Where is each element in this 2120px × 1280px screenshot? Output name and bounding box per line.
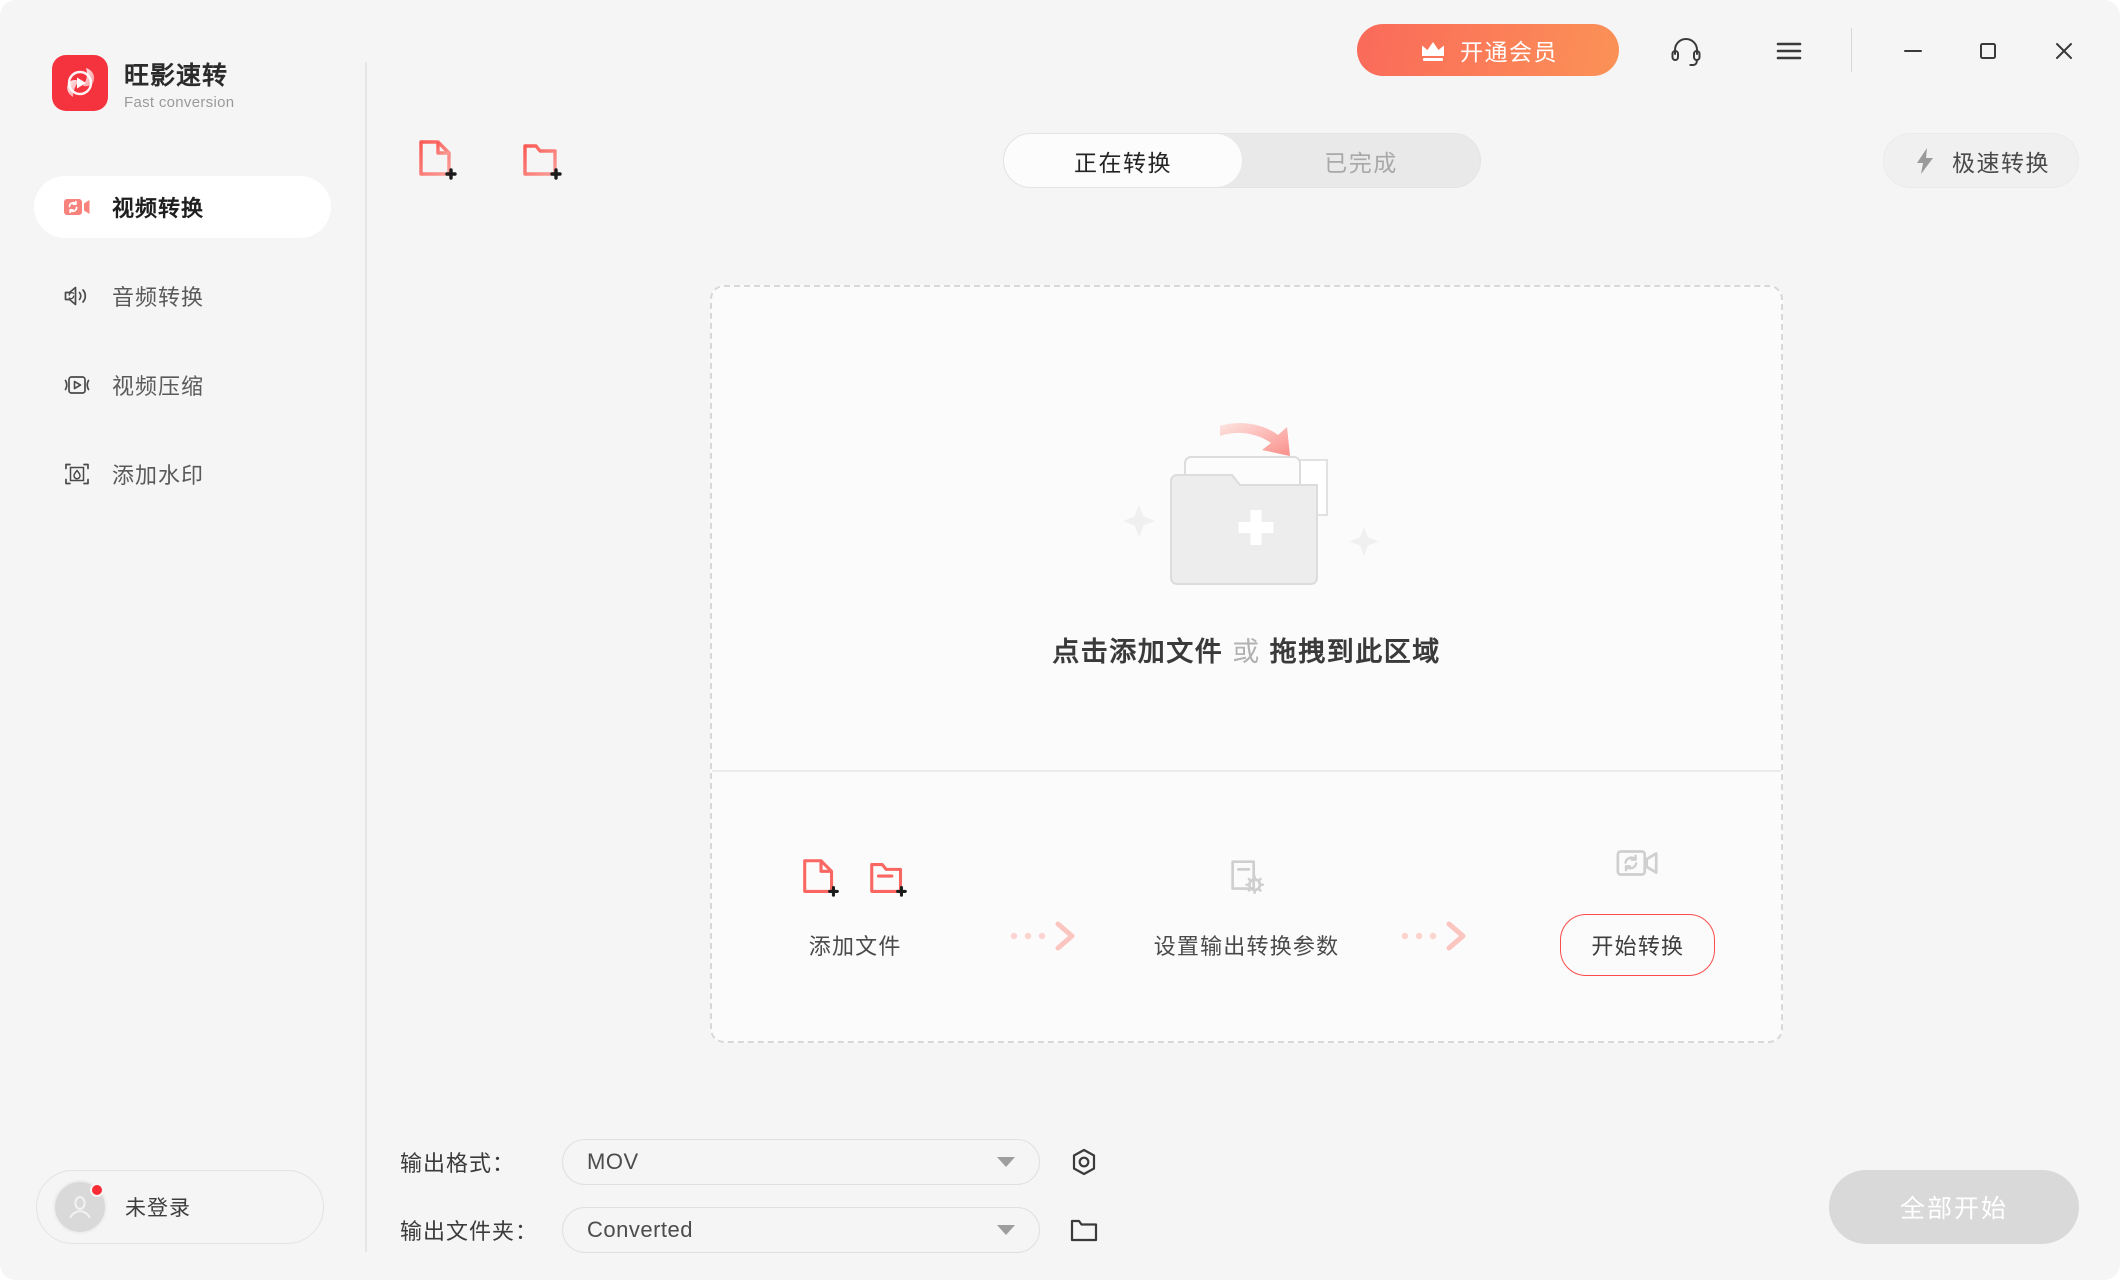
headset-icon[interactable]: [1669, 34, 1703, 68]
output-folder-label: 输出文件夹：: [400, 1214, 550, 1246]
start-convert-button[interactable]: 开始转换: [1560, 914, 1715, 976]
output-folder-row: 输出文件夹： Converted: [400, 1207, 1100, 1253]
crown-icon: [1418, 37, 1448, 63]
dropzone-prompt: 点击添加文件 或 拖拽到此区域: [1052, 630, 1441, 669]
brand: 旺影速转 Fast conversion: [52, 55, 234, 111]
watermark-icon: [62, 459, 92, 489]
add-file-icon[interactable]: [798, 855, 844, 901]
sidebar-nav: 视频转换 音频转换 视频压缩: [0, 176, 365, 532]
upgrade-membership-label: 开通会员: [1460, 33, 1558, 67]
audio-convert-icon: [62, 281, 92, 311]
minimize-icon[interactable]: [1898, 36, 1928, 66]
video-convert-icon: [62, 192, 92, 222]
chevron-down-icon: [997, 1225, 1015, 1235]
close-icon[interactable]: [2049, 36, 2079, 66]
workflow-step-start: 开始转换: [1495, 838, 1781, 976]
folder-drop-illustration: [1097, 387, 1397, 602]
step-separator-2: [1390, 919, 1495, 953]
video-convert-icon: [1613, 840, 1663, 886]
add-folder-icon[interactable]: [519, 136, 567, 184]
hamburger-menu-icon[interactable]: [1772, 34, 1806, 68]
brand-title: 旺影速转: [124, 56, 234, 92]
sidebar-item-video-convert[interactable]: 视频转换: [34, 176, 331, 238]
output-folder-select[interactable]: Converted: [562, 1207, 1040, 1253]
dropzone-prompt-conjunction: 或: [1232, 637, 1261, 667]
tab-completed[interactable]: 已完成: [1242, 134, 1480, 187]
folder-icon[interactable]: [1068, 1214, 1100, 1246]
step-label: 添加文件: [809, 929, 902, 961]
add-file-icon[interactable]: [414, 136, 462, 184]
sidebar-item-watermark[interactable]: 添加水印: [34, 443, 331, 505]
sidebar-item-audio-convert[interactable]: 音频转换: [34, 265, 331, 327]
app-window: 旺影速转 Fast conversion 视频转换: [0, 0, 2120, 1280]
step-icons: [798, 853, 912, 903]
settings-hex-icon[interactable]: [1068, 1146, 1100, 1178]
dropzone-upper[interactable]: 点击添加文件 或 拖拽到此区域: [712, 287, 1781, 769]
chevron-down-icon: [997, 1157, 1015, 1167]
step-icons: [1224, 853, 1270, 903]
sidebar-item-label: 音频转换: [112, 280, 204, 312]
app-logo: [52, 55, 108, 111]
step-separator-1: [998, 919, 1103, 953]
dotted-arrow-right-icon: [1006, 919, 1096, 953]
output-format-row: 输出格式： MOV: [400, 1139, 1100, 1185]
step-icons: [1613, 838, 1663, 888]
tab-converting[interactable]: 正在转换: [1004, 134, 1242, 187]
dropzone-prompt-primary: 点击添加文件: [1052, 637, 1223, 667]
video-compress-icon: [62, 370, 92, 400]
add-folder-icon[interactable]: [866, 855, 912, 901]
upgrade-membership-button[interactable]: 开通会员: [1357, 24, 1619, 76]
workflow-step-settings: 设置输出转换参数: [1103, 853, 1389, 961]
output-folder-value: Converted: [587, 1217, 693, 1243]
dropzone-prompt-secondary: 拖拽到此区域: [1270, 637, 1441, 667]
output-format-value: MOV: [587, 1149, 639, 1175]
start-all-button[interactable]: 全部开始: [1829, 1170, 2079, 1244]
notification-dot: [90, 1183, 104, 1197]
speed-convert-button[interactable]: 极速转换: [1883, 133, 2079, 188]
step-label: 设置输出转换参数: [1154, 929, 1340, 961]
workflow-steps: 添加文件 设置输: [712, 770, 1781, 1043]
speed-convert-label: 极速转换: [1952, 144, 2050, 178]
account-pill[interactable]: 未登录: [36, 1170, 324, 1244]
document-settings-icon: [1224, 855, 1270, 901]
maximize-icon[interactable]: [1973, 36, 2003, 66]
sidebar: 旺影速转 Fast conversion 视频转换: [0, 0, 365, 1280]
sidebar-item-video-compress[interactable]: 视频压缩: [34, 354, 331, 416]
output-format-label: 输出格式：: [400, 1146, 550, 1178]
sidebar-divider: [365, 62, 367, 1252]
sidebar-item-label: 视频压缩: [112, 369, 204, 401]
play-logo-icon: [52, 55, 108, 111]
conversion-status-tabs: 正在转换 已完成: [1003, 133, 1481, 188]
file-dropzone[interactable]: 点击添加文件 或 拖拽到此区域: [710, 285, 1783, 1043]
brand-subtitle: Fast conversion: [124, 94, 234, 111]
account-label: 未登录: [125, 1192, 191, 1222]
dotted-arrow-right-icon: [1397, 919, 1487, 953]
workflow-step-add-file: 添加文件: [712, 853, 998, 961]
avatar: [53, 1180, 107, 1234]
sidebar-item-label: 添加水印: [112, 458, 204, 490]
sidebar-item-label: 视频转换: [112, 191, 204, 223]
titlebar-divider: [1851, 28, 1853, 72]
lightning-bolt-icon: [1912, 146, 1938, 176]
output-format-select[interactable]: MOV: [562, 1139, 1040, 1185]
